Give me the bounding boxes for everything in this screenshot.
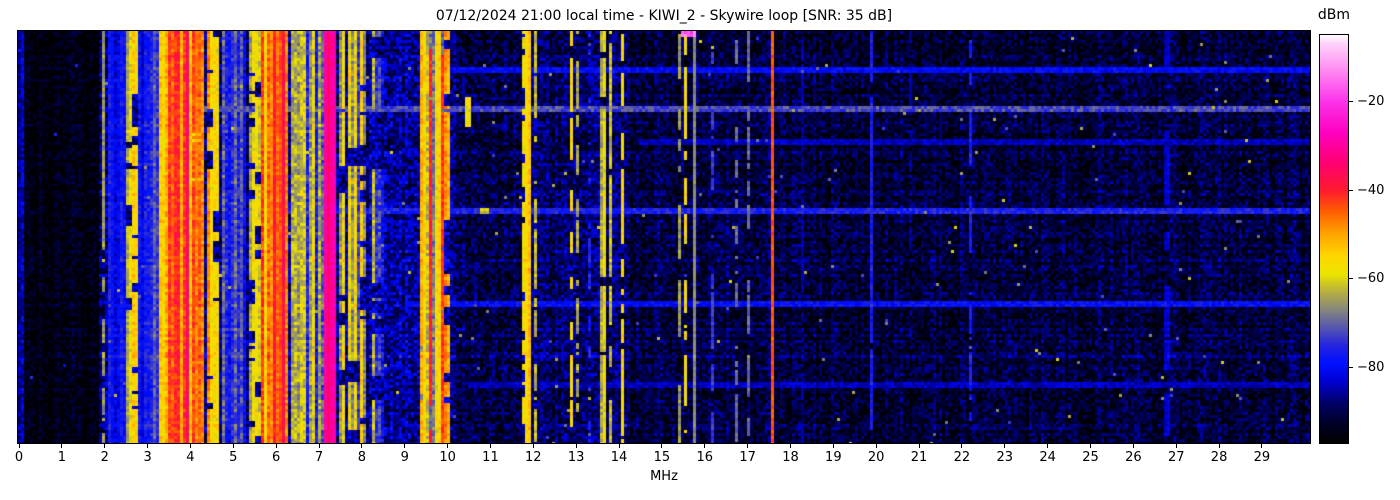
plot-area: [17, 30, 1311, 444]
x-tick-label: 3: [143, 450, 152, 465]
colorbar-tick-label: −40: [1357, 182, 1385, 198]
x-tick-mark: [189, 444, 191, 448]
x-tick-label: 1: [57, 450, 66, 465]
x-tick-mark: [18, 444, 20, 448]
x-tick-mark: [618, 444, 620, 448]
x-tick-label: 18: [782, 450, 799, 465]
x-tick-label: 0: [14, 450, 24, 465]
x-tick-mark: [832, 444, 834, 448]
colorbar-tick-label: −20: [1357, 94, 1385, 110]
x-tick-mark: [104, 444, 106, 448]
x-tick-mark: [404, 444, 406, 448]
x-tick-label: 12: [525, 450, 542, 465]
x-tick-label: 13: [567, 450, 585, 465]
x-tick-mark: [61, 444, 63, 448]
colorbar-tick-mark: [1349, 101, 1353, 103]
x-tick-mark: [575, 444, 577, 448]
x-tick-mark: [1132, 444, 1134, 448]
colorbar-tick-mark: [1349, 189, 1353, 191]
x-tick-label: 21: [910, 450, 928, 465]
colorbar-tick-mark: [1349, 278, 1353, 280]
x-tick-mark: [232, 444, 234, 448]
x-tick-mark: [789, 444, 791, 448]
x-tick-mark: [1218, 444, 1220, 448]
x-tick-mark: [1047, 444, 1049, 448]
colorbar-tick-label: −80: [1357, 360, 1385, 376]
x-tick-label: 10: [439, 450, 456, 465]
spectrogram-heatmap: [18, 31, 1310, 443]
colorbar-tick-mark: [1349, 367, 1353, 369]
x-tick-label: 15: [653, 450, 671, 465]
chart-title: 07/12/2024 21:00 local time - KIWI_2 - S…: [435, 8, 893, 24]
x-tick-mark: [275, 444, 277, 448]
x-tick-label: 27: [1167, 450, 1185, 465]
x-tick-label: 4: [186, 450, 195, 465]
figure: 07/12/2024 21:00 local time - KIWI_2 - S…: [0, 0, 1400, 500]
x-tick-mark: [318, 444, 320, 448]
x-tick-label: 28: [1210, 450, 1228, 465]
colorbar-label: dBm: [1317, 7, 1351, 23]
x-tick-label: 17: [739, 450, 756, 465]
x-tick-mark: [489, 444, 491, 448]
x-tick-mark: [1090, 444, 1091, 448]
x-tick-label: 22: [953, 450, 971, 465]
x-tick-label: 25: [1082, 450, 1099, 465]
x-tick-mark: [147, 444, 149, 448]
x-tick-label: 6: [272, 450, 281, 465]
x-tick-mark: [447, 444, 449, 448]
x-tick-label: 7: [314, 450, 324, 465]
x-tick-label: 9: [400, 450, 409, 465]
x-tick-mark: [875, 444, 877, 448]
x-tick-mark: [661, 444, 663, 448]
x-tick-label: 26: [1125, 450, 1142, 465]
x-tick-mark: [961, 444, 963, 448]
x-tick-label: 29: [1253, 450, 1271, 465]
x-tick-mark: [1175, 444, 1177, 448]
x-tick-label: 2: [100, 450, 109, 465]
x-tick-label: 11: [482, 450, 499, 465]
x-tick-mark: [361, 444, 363, 448]
colorbar-gradient: [1319, 34, 1349, 444]
x-tick-label: 16: [696, 450, 714, 465]
x-tick-label: 20: [867, 450, 885, 465]
x-tick-mark: [747, 444, 749, 448]
x-tick-mark: [532, 444, 534, 448]
x-tick-label: 5: [229, 450, 238, 465]
x-tick-mark: [704, 444, 706, 448]
x-tick-label: 8: [357, 450, 367, 465]
colorbar-tick-label: −60: [1357, 271, 1385, 287]
x-tick-label: 24: [1039, 450, 1056, 465]
x-tick-label: 23: [996, 450, 1014, 465]
x-axis-label: MHz: [650, 469, 678, 484]
x-tick-mark: [1261, 444, 1263, 448]
x-tick-mark: [1004, 444, 1006, 448]
x-tick-label: 14: [610, 450, 628, 465]
x-tick-mark: [918, 444, 920, 448]
x-tick-label: 19: [825, 450, 842, 465]
